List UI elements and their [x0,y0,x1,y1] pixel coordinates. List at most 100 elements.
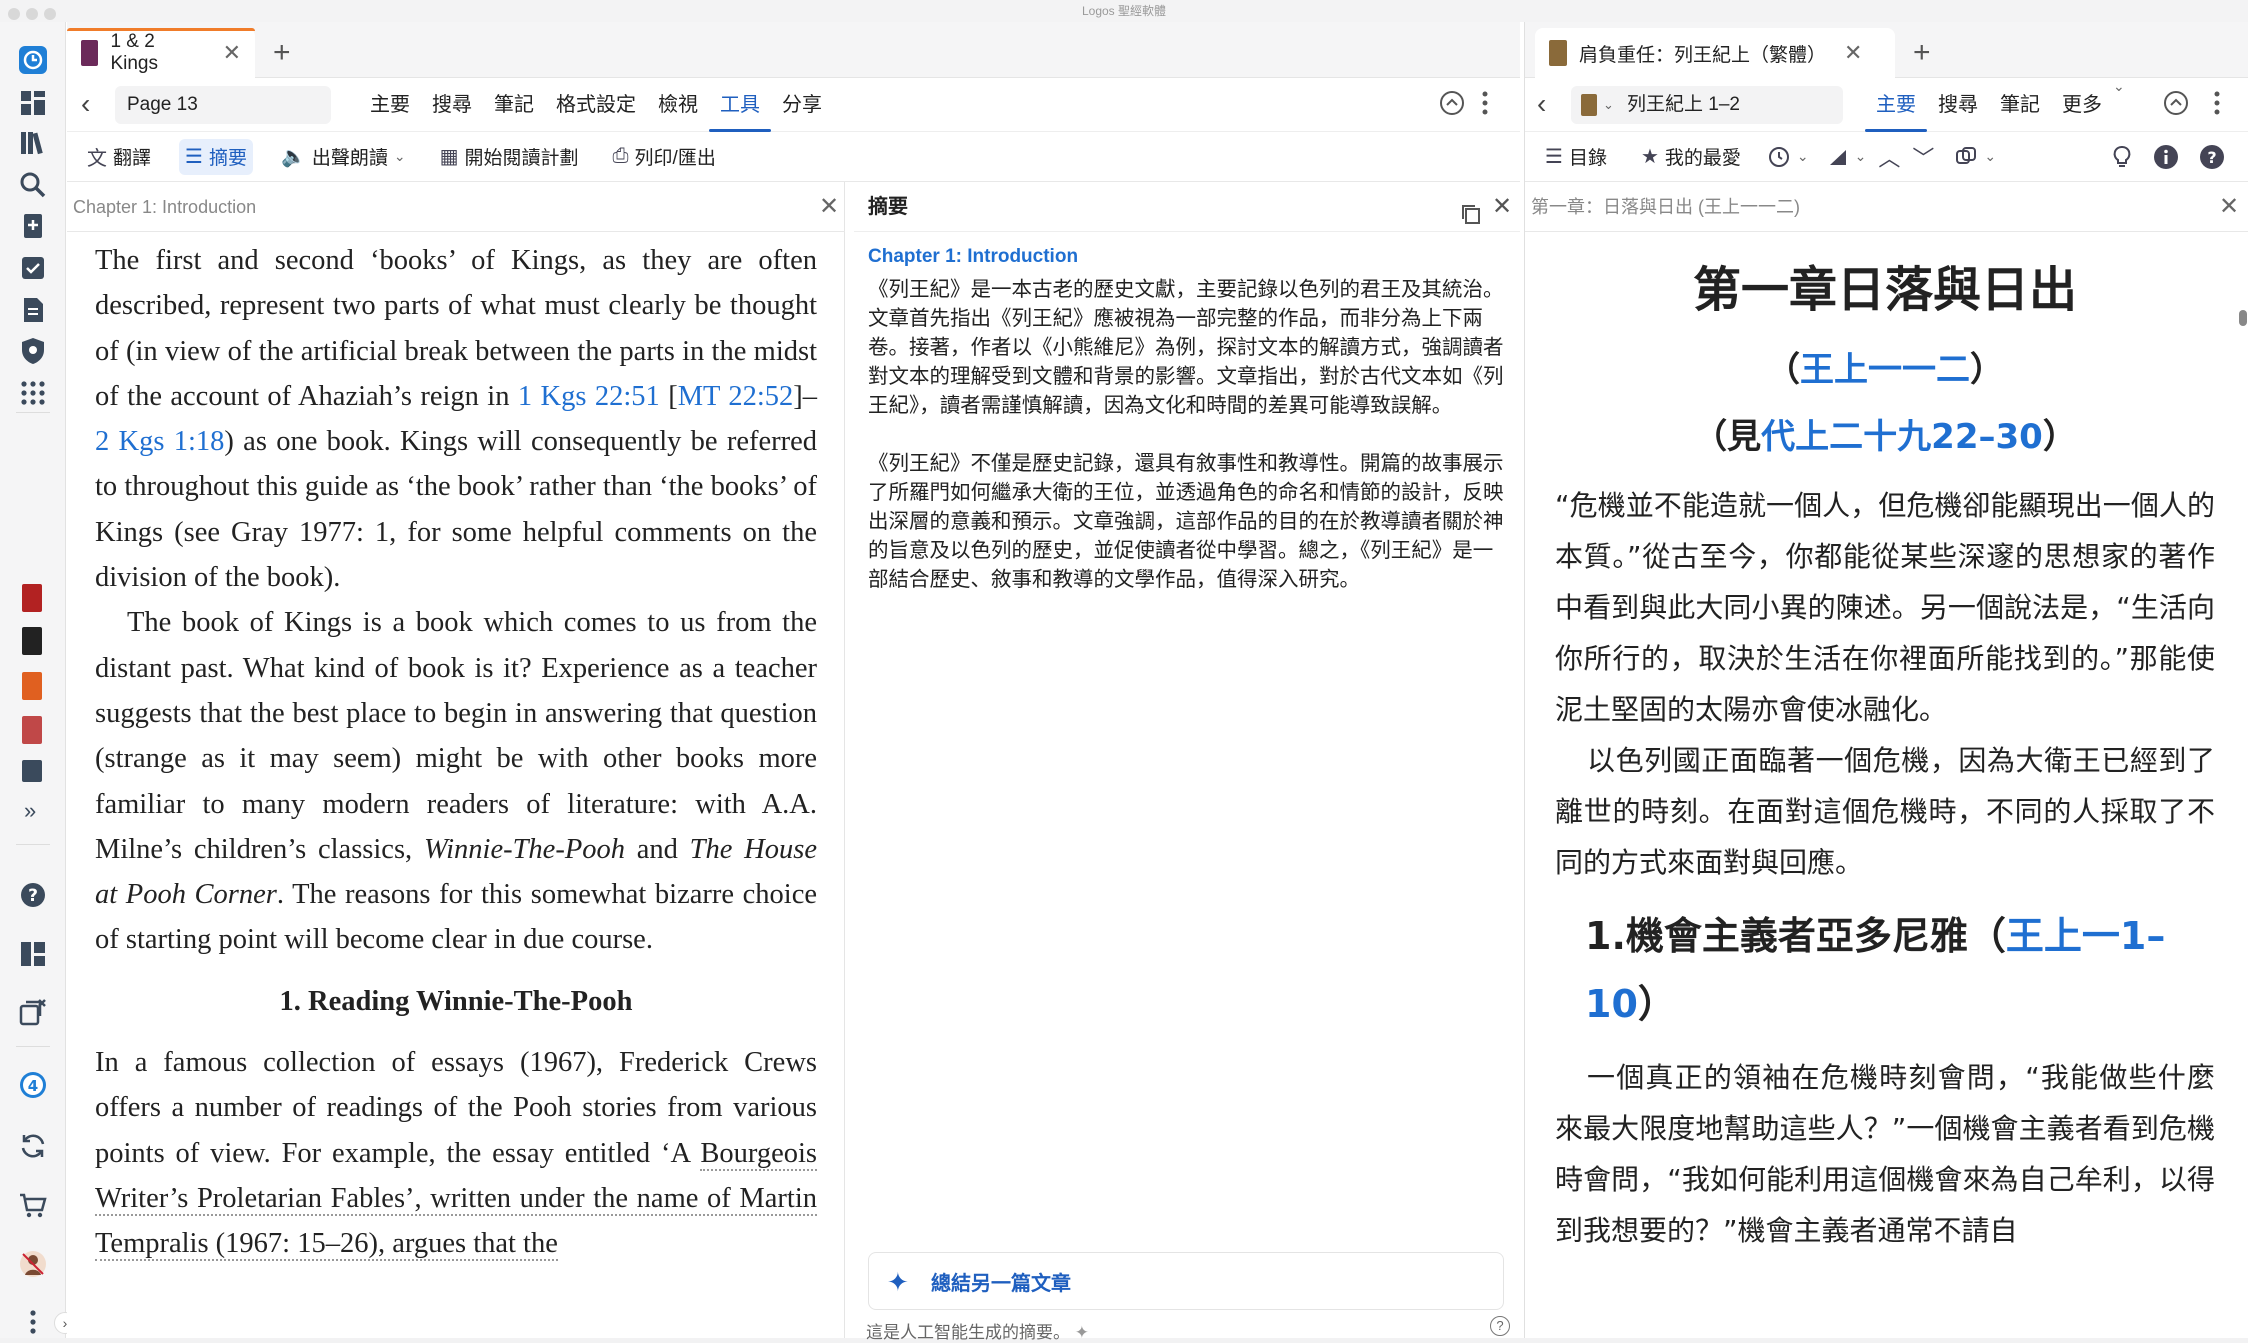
sync-icon[interactable] [13,1126,53,1166]
link-set-icon [1956,146,1977,164]
dashboard-icon[interactable] [13,83,53,123]
left-menu-item[interactable]: 搜尋 [421,78,483,132]
apps-icon[interactable] [13,373,53,413]
chapter-title: 第一章日落與日出 [1692,262,2077,318]
right-menu-item[interactable]: 主要 [1865,78,1927,132]
left-menu-item[interactable]: 檢視 [647,78,709,132]
more-options-icon[interactable] [1481,90,1489,123]
back-button[interactable]: ‹ [81,88,90,120]
notifications-icon[interactable]: 4 [13,1065,53,1105]
recent-book-3[interactable] [22,672,42,700]
add-tab-button[interactable]: + [1913,36,1931,70]
link-set-button[interactable]: ⌄ [1948,139,2002,175]
favorites-button[interactable]: ★ 我的最愛 [1635,139,1747,175]
avatar[interactable] [13,1244,53,1284]
svg-text:?: ? [2207,148,2216,167]
back-button[interactable]: ‹ [1537,88,1546,120]
library-icon[interactable] [13,123,53,163]
translate-button[interactable]: 文 翻譯 [81,139,157,175]
signal-button[interactable]: ⌄ [1821,139,1873,175]
summary-chapter-link[interactable]: Chapter 1: Introduction [868,242,1504,271]
help-icon[interactable]: ? [1490,1316,1510,1336]
cart-icon[interactable] [13,1186,53,1226]
signal-icon [1829,149,1846,165]
logos-icon[interactable] [13,40,53,80]
read-aloud-button[interactable]: 🔈 出聲朗讀 ⌄ [275,139,412,175]
close-icon[interactable]: ✕ [1844,40,1862,66]
ai-disclaimer: 這是人工智能生成的摘要。 ✦ [866,1323,1089,1342]
bible-link[interactable]: 1 Kgs 22:51 [518,381,660,412]
toc-button[interactable]: ☰ 目錄 [1539,139,1613,175]
paragraph: The book of Kings is a book which comes … [95,607,817,956]
reading-text: The first and second ‘books’ of Kings, a… [95,238,817,1267]
left-menu-item[interactable]: 格式設定 [545,78,647,132]
left-menu-item[interactable]: 分享 [771,78,833,132]
search-icon[interactable] [13,165,53,205]
close-icon[interactable]: ✕ [2219,182,2239,232]
more-options-icon[interactable] [2213,90,2221,123]
chevron-down-icon[interactable]: ⌄ [2113,78,2125,132]
close-icon[interactable]: ✕ [819,182,839,232]
more-icon[interactable] [13,1302,53,1342]
chevron-down-icon[interactable]: ⌄ [394,148,406,165]
chevron-down-icon[interactable]: ⌄ [1603,86,1614,124]
read-aloud-label: 出聲朗讀 [311,148,388,169]
close-icon[interactable]: ✕ [1492,182,1512,232]
bible-link[interactable]: MT 22:52 [678,381,794,412]
paragraph: 以色列國正面臨著一個危機，因為大衛王已經到了離世的時刻。在面對這個危機時，不同的… [1555,744,2215,879]
recent-book-4[interactable] [22,716,42,744]
add-doc-icon[interactable] [13,206,53,246]
scrollbar[interactable] [2239,310,2247,326]
help-icon[interactable]: ? [13,875,53,915]
help-icon[interactable]: ? [2199,144,2225,175]
right-tab-bar: 肩負重任：列王紀上（繁體） ✕ + [1525,22,2248,78]
collapse-icon[interactable] [2163,90,2189,123]
reference-field[interactable]: ⌄ 列王紀上 1–2 [1571,86,1843,124]
add-tab-button[interactable]: + [273,36,291,70]
right-menu: 主要 搜尋 筆記 更多 ⌄ [1865,78,2125,132]
history-button[interactable]: ⌄ [1761,139,1815,175]
summary-label: 摘要 [208,148,247,169]
reference-label: 列王紀上 1–2 [1627,94,1740,115]
left-nav-bar: ‹ Page 13 主要 搜尋 筆記 格式設定 檢視 工具 分享 [67,78,1520,132]
right-menu-item[interactable]: 搜尋 [1927,78,1989,132]
bible-link[interactable]: 2 Kgs 1:18 [95,426,224,457]
tab-commentary[interactable]: 肩負重任：列王紀上（繁體） ✕ [1535,28,1895,78]
copy-icon[interactable] [1460,194,1482,244]
reading-pane[interactable]: The first and second ‘books’ of Kings, a… [67,232,845,1338]
summarize-another-label: 總結另一篇文章 [931,1272,1071,1295]
shield-icon[interactable] [13,331,53,371]
previous-icon[interactable]: ︿ [1872,139,1906,175]
document-icon[interactable] [13,290,53,330]
layout-icon[interactable] [13,934,53,974]
close-icon[interactable]: ✕ [223,40,241,66]
bible-link[interactable]: 代上二十九22–30 [1761,417,2043,457]
page-field[interactable]: Page 13 [115,86,331,124]
collapse-icon[interactable] [1439,90,1465,123]
bible-link[interactable]: 王上一一二 [1800,350,1970,390]
left-menu-item[interactable]: 筆記 [483,78,545,132]
info-icon[interactable] [2153,144,2179,175]
left-menu-item[interactable]: 主要 [359,78,421,132]
checklist-icon[interactable] [13,248,53,288]
commentary-pane[interactable]: 第一章日落與日出 （王上一一二） （見代上二十九22–30） “危機並不能造就一… [1525,232,2248,1338]
summary-body: Chapter 1: Introduction 《列王紀》是一本古老的歷史文獻，… [868,242,1504,623]
rail-divider [16,844,50,845]
left-menu-item[interactable]: 工具 [709,78,771,132]
summary-header: 摘要 ✕ [854,182,1520,232]
close-panels-icon[interactable] [13,992,53,1032]
recent-book-5[interactable] [22,760,42,782]
lightbulb-icon[interactable] [2109,144,2135,175]
summarize-another-button[interactable]: ✦ 總結另一篇文章 [868,1252,1504,1310]
right-menu-item[interactable]: 筆記 [1989,78,2051,132]
reading-plan-button[interactable]: ▦ 開始閱讀計劃 [434,139,585,175]
summary-button[interactable]: ☰ 摘要 [179,138,253,175]
next-icon[interactable]: ﹀ [1906,139,1940,175]
print-export-button[interactable]: ⎙ 列印/匯出 [607,139,722,175]
more-books-button[interactable]: » [24,798,36,824]
recent-book-2[interactable] [22,627,42,655]
tab-1-2-kings[interactable]: 1 & 2 Kings ✕ [67,28,255,78]
recent-book-1[interactable] [22,584,42,612]
left-tab-bar: 1 & 2 Kings ✕ + [67,22,1520,78]
right-menu-item[interactable]: 更多 [2051,78,2113,132]
